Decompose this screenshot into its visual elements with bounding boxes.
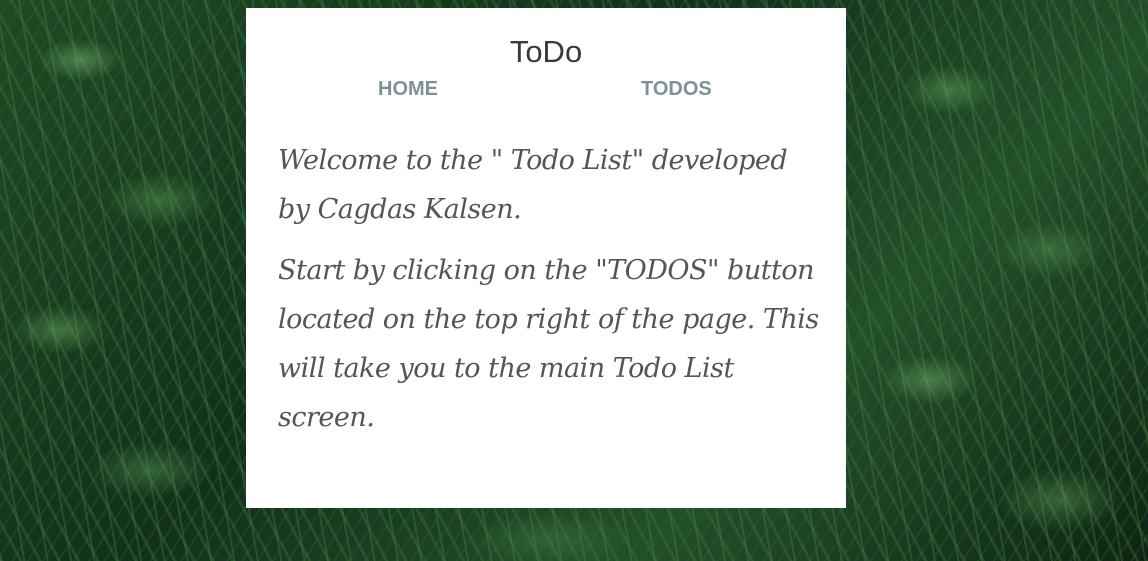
content-card: ToDo HOME TODOS Welcome to the " Todo Li… bbox=[246, 8, 846, 508]
instruction-paragraph: Start by clicking on the "TODOS" button … bbox=[278, 255, 819, 433]
main-content: Welcome to the " Todo List" developed by… bbox=[278, 136, 826, 454]
page-title: ToDo bbox=[509, 34, 583, 69]
nav-todos-link[interactable]: TODOS bbox=[641, 79, 712, 99]
nav-home-link[interactable]: HOME bbox=[378, 79, 438, 99]
welcome-paragraph: Welcome to the " Todo List" developed by… bbox=[278, 145, 788, 225]
